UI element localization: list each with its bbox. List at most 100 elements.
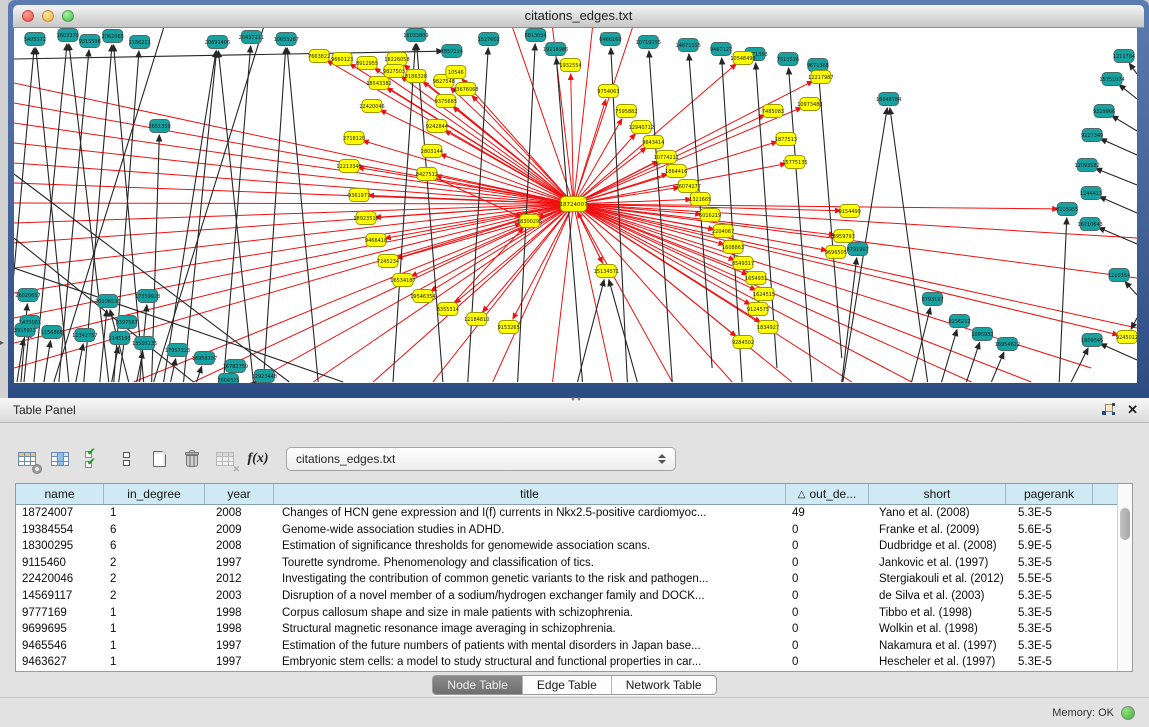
graph-node[interactable]: 10973483 xyxy=(797,98,822,111)
column-header-out_degree[interactable]: △out_de... xyxy=(786,484,869,504)
row-selection-mode-button[interactable] xyxy=(115,448,137,470)
table-vertical-scrollbar[interactable] xyxy=(1117,484,1132,671)
graph-node[interactable]: 16534187 xyxy=(390,274,415,287)
table-settings-button[interactable] xyxy=(16,448,38,470)
graph-node[interactable]: 23676068 xyxy=(453,83,478,96)
graph-node[interactable]: 6793197 xyxy=(921,293,943,306)
graph-node[interactable]: 9397587 xyxy=(116,316,138,329)
graph-node[interactable]: 16954622 xyxy=(995,338,1020,351)
graph-node[interactable]: 8427512 xyxy=(416,168,438,181)
graph-node[interactable]: 16210643 xyxy=(1077,218,1102,231)
graph-node[interactable]: 1932554 xyxy=(559,59,581,72)
select-all-columns-button[interactable]: ✔ ✔ xyxy=(82,448,104,470)
graph-node[interactable]: 10719155 xyxy=(636,36,661,49)
graph-node[interactable]: 9329966 xyxy=(1093,105,1115,118)
graph-node[interactable]: 2204067 xyxy=(712,225,734,238)
table-row[interactable]: 969969511998Structural magnetic resonanc… xyxy=(16,621,1132,638)
function-builder-button[interactable]: f(x) xyxy=(247,448,269,470)
graph-node[interactable]: 7663822 xyxy=(308,50,330,63)
graph-node[interactable]: 9660123 xyxy=(331,53,353,66)
graph-node[interactable]: 1211764 xyxy=(1113,50,1135,63)
graph-node[interactable]: 1244413 xyxy=(1080,187,1102,200)
float-panel-icon[interactable] xyxy=(1102,403,1116,417)
graph-node[interactable]: 9671368 xyxy=(807,59,829,72)
graph-node[interactable]: 12213349 xyxy=(336,160,361,173)
graph-node[interactable]: 9284502 xyxy=(732,336,754,349)
graph-node[interactable]: 8186328 xyxy=(405,70,427,83)
graph-node[interactable]: 1603379 xyxy=(57,29,79,42)
memory-ok-indicator-icon[interactable] xyxy=(1121,706,1135,720)
graph-node[interactable]: 18226058 xyxy=(384,53,409,66)
graph-node[interactable]: 9827503 xyxy=(383,65,405,78)
graph-node[interactable]: 7245234 xyxy=(377,255,399,268)
graph-node[interactable]: 1527602 xyxy=(478,33,500,46)
delete-column-button[interactable] xyxy=(181,448,203,470)
graph-node[interactable]: 9696505 xyxy=(825,246,847,259)
graph-node[interactable]: 12940712 xyxy=(629,121,654,134)
graph-node[interactable]: 19218986 xyxy=(543,43,568,56)
close-panel-icon[interactable]: ✕ xyxy=(1127,402,1138,418)
table-row[interactable]: 2242004622012Investigating the contribut… xyxy=(16,571,1132,588)
graph-node[interactable]: 9124575 xyxy=(747,303,769,316)
create-column-button[interactable] xyxy=(148,448,170,470)
graph-node[interactable]: 2062065 xyxy=(102,30,124,43)
graph-node[interactable]: 15775135 xyxy=(782,156,807,169)
splitter-handle[interactable] xyxy=(570,397,582,402)
graph-node[interactable]: 12217987 xyxy=(808,71,833,84)
graph-node[interactable]: 1834927 xyxy=(757,321,779,334)
column-header-name[interactable]: name xyxy=(16,484,104,504)
graph-hub-node[interactable]: 18724007 xyxy=(560,197,588,212)
graph-node[interactable]: 7857224 xyxy=(441,45,463,58)
graph-node[interactable]: 20691406 xyxy=(205,36,230,49)
close-window-button[interactable] xyxy=(22,10,34,22)
graph-node[interactable]: 9315596 xyxy=(79,35,101,48)
graph-node[interactable]: 20206536 xyxy=(95,295,120,308)
graph-node[interactable]: 9153265 xyxy=(498,321,520,334)
zoom-window-button[interactable] xyxy=(62,10,74,22)
graph-node[interactable]: 6016219 xyxy=(699,209,721,222)
graph-node[interactable]: 1695932 xyxy=(971,328,993,341)
graph-node[interactable]: 7485083 xyxy=(762,105,784,118)
graph-node[interactable]: 16074277 xyxy=(676,180,701,193)
graph-node[interactable]: 7804325 xyxy=(217,374,239,384)
graph-node[interactable]: 22420046 xyxy=(359,100,384,113)
graph-node[interactable]: 12923448 xyxy=(252,370,277,383)
graph-node[interactable]: 1156868 xyxy=(41,326,63,339)
table-row[interactable]: 1830029562008Estimation of significance … xyxy=(16,538,1132,555)
graph-node[interactable]: 9361977 xyxy=(348,189,370,202)
graph-node[interactable]: 16782759 xyxy=(223,360,248,373)
graph-node[interactable]: 8959793 xyxy=(833,230,855,243)
graph-node[interactable]: 1210354 xyxy=(1108,269,1130,282)
network-window-titlebar[interactable]: citations_edges.txt xyxy=(13,5,1144,28)
graph-node[interactable]: 15134571 xyxy=(594,265,619,278)
tab-node-table[interactable]: Node Table xyxy=(433,676,523,694)
graph-node[interactable]: 9375685 xyxy=(435,95,457,108)
table-row[interactable]: 977716911998Corpus callosum shape and si… xyxy=(16,605,1132,622)
graph-node[interactable]: 8549317 xyxy=(732,257,754,270)
graph-node[interactable]: 9156212 xyxy=(948,315,970,328)
table-row[interactable]: 946362711997Embryonic stem cells: a mode… xyxy=(16,654,1132,671)
graph-node[interactable]: 26020657 xyxy=(15,289,40,302)
tab-network-table[interactable]: Network Table xyxy=(612,676,716,694)
column-header-year[interactable]: year xyxy=(205,484,274,504)
citation-network-graph[interactable]: 5405572160337993155962062065118621120691… xyxy=(14,28,1137,383)
table-row[interactable]: 1456911722003Disruption of a novel membe… xyxy=(16,588,1132,605)
gutter-collapse-arrow-icon[interactable]: ▸ xyxy=(0,338,4,347)
graph-node[interactable]: 1609545 xyxy=(1081,334,1103,347)
graph-node[interactable]: 3915913 xyxy=(14,324,36,337)
graph-node[interactable]: 1654931 xyxy=(745,272,767,285)
graph-node[interactable]: 10548498 xyxy=(730,52,755,65)
graph-node[interactable]: 1864416 xyxy=(665,165,687,178)
graph-node[interactable]: 12093582 xyxy=(1074,159,1099,172)
graph-node[interactable]: 17359928 xyxy=(135,290,160,303)
tab-edge-table[interactable]: Edge Table xyxy=(523,676,612,694)
graph-node[interactable]: 9643414 xyxy=(642,136,664,149)
graph-node[interactable]: 8813054 xyxy=(525,29,547,42)
graph-node[interactable]: 9242844 xyxy=(426,120,448,133)
graph-node[interactable]: 10653267 xyxy=(274,33,299,46)
graph-node[interactable]: 7595882 xyxy=(615,105,637,118)
show-columns-button[interactable] xyxy=(49,448,71,470)
graph-node[interactable]: 9154499 xyxy=(839,205,861,218)
graph-node[interactable]: 9466418 xyxy=(365,234,387,247)
graph-node[interactable]: 18543382 xyxy=(366,77,391,90)
